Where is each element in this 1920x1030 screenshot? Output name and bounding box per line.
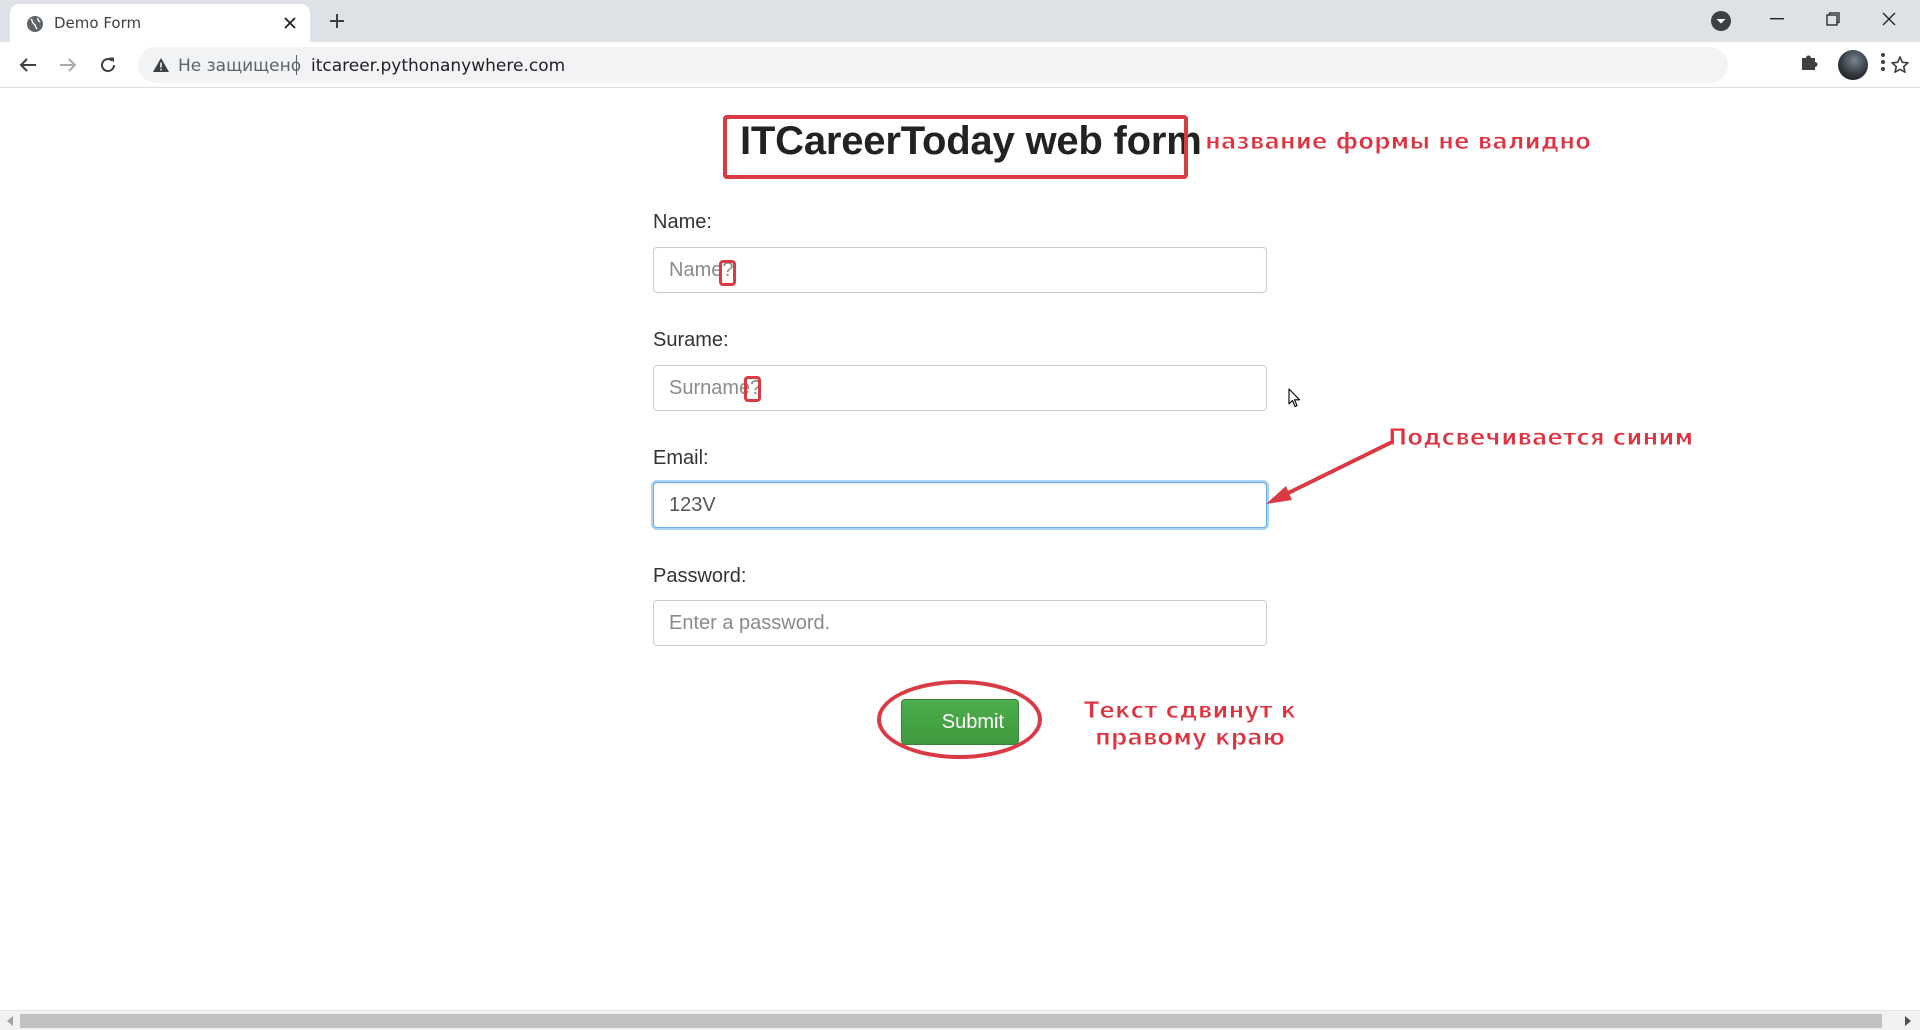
kebab-menu-icon xyxy=(1881,53,1885,71)
restore-button[interactable] xyxy=(1816,4,1850,34)
browser-tab-strip: Demo Form xyxy=(0,0,1920,42)
warning-icon xyxy=(153,58,169,72)
reload-icon xyxy=(101,57,116,73)
browser-menu-button[interactable] xyxy=(1880,51,1886,78)
address-bar[interactable]: Не защищено itcareer.pythonanywhere.com xyxy=(138,47,1909,83)
tab-search-icon[interactable] xyxy=(1710,10,1732,32)
window-close-button[interactable] xyxy=(1872,4,1906,34)
arrow-icon xyxy=(1266,441,1392,504)
scroll-left-icon[interactable] xyxy=(6,1016,14,1026)
globe-icon xyxy=(27,16,43,32)
page-content: ITCareerToday web form Name: Surame: Ema… xyxy=(0,89,1920,1009)
reload-button[interactable] xyxy=(94,51,122,79)
email-annotation: Подсвечивается синим xyxy=(1387,425,1694,452)
puzzle-icon xyxy=(1802,55,1818,70)
close-icon xyxy=(1882,12,1896,26)
back-arrow-icon xyxy=(19,58,36,72)
submit-annotation: Текст сдвинут к правому краю xyxy=(1083,698,1297,752)
submit-highlight-ellipse xyxy=(877,680,1042,759)
new-tab-button[interactable] xyxy=(325,9,349,33)
title-highlight-box xyxy=(723,115,1188,179)
back-button[interactable] xyxy=(14,51,42,79)
browser-toolbar: Не защищено itcareer.pythonanywhere.com xyxy=(0,42,1920,88)
title-annotation: название формы не валидно xyxy=(1205,129,1592,156)
scroll-right-icon[interactable] xyxy=(1904,1016,1912,1026)
password-field[interactable] xyxy=(653,600,1267,646)
name-label: Name: xyxy=(653,211,712,233)
name-input[interactable] xyxy=(653,247,1267,293)
forward-arrow-icon xyxy=(60,58,77,72)
tab-title: Demo Form xyxy=(54,14,142,32)
url-text[interactable]: itcareer.pythonanywhere.com xyxy=(311,56,565,76)
forward-button[interactable] xyxy=(54,51,82,79)
email-field[interactable] xyxy=(653,482,1267,528)
mouse-cursor-icon xyxy=(1288,388,1301,408)
minimize-icon xyxy=(1770,18,1784,20)
name-question-mark-highlight xyxy=(719,260,736,286)
email-label: Email: xyxy=(653,447,709,469)
surname-question-mark-highlight xyxy=(744,376,761,402)
extensions-button[interactable] xyxy=(1798,51,1820,78)
scrollbar-thumb[interactable] xyxy=(20,1014,1882,1028)
restore-icon xyxy=(1826,12,1840,26)
plus-icon xyxy=(330,14,344,28)
password-label: Password: xyxy=(653,565,747,587)
avatar[interactable] xyxy=(1838,50,1868,80)
security-status[interactable]: Не защищено xyxy=(178,56,301,76)
minimize-button[interactable] xyxy=(1760,4,1794,34)
surname-label: Surame: xyxy=(653,329,729,351)
horizontal-scrollbar[interactable] xyxy=(0,1010,1920,1030)
close-icon[interactable] xyxy=(280,13,300,33)
star-icon xyxy=(1891,56,1909,73)
bookmark-button[interactable] xyxy=(1886,51,1914,79)
browser-tab[interactable]: Demo Form xyxy=(10,4,310,42)
address-separator xyxy=(296,55,297,75)
